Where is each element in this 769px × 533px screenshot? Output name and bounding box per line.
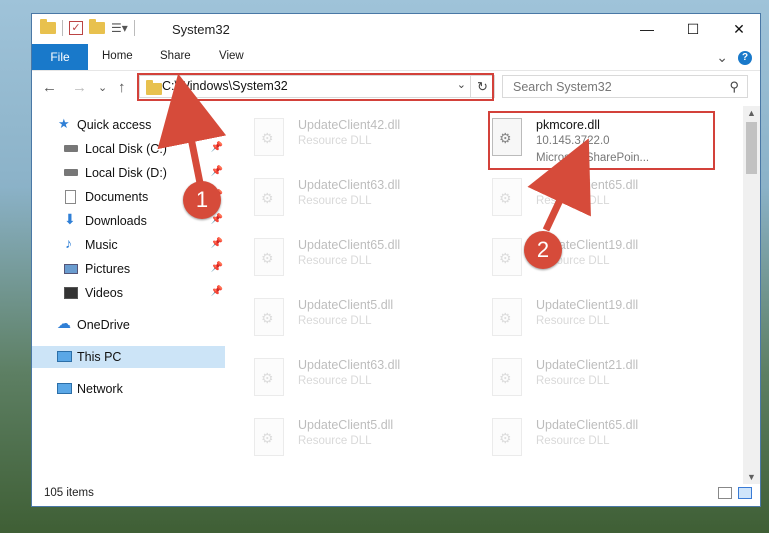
step-1-badge: 1 <box>183 181 221 219</box>
annotation-arrows <box>157 73 591 232</box>
arrow-1 <box>157 73 227 184</box>
step-2-badge: 2 <box>524 231 562 269</box>
arrow-2 <box>527 138 591 232</box>
